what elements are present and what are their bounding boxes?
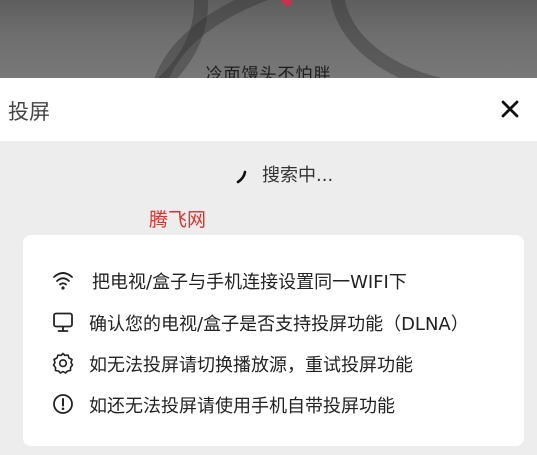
cast-dialog-header: 投屏 [0, 78, 537, 141]
tip-item: 把电视/盒子与手机连接设置同一WIFI下 [23, 266, 524, 294]
watermark-text: 腾飞网 [149, 209, 207, 231]
tip-item: 如还无法投屏请使用手机自带投屏功能 [23, 390, 524, 418]
tip-text: 如无法投屏请切换播放源，重试投屏功能 [89, 355, 413, 376]
cast-tips-card: 把电视/盒子与手机连接设置同一WIFI下 确认您的电视/盒子是否支持投屏功能（D… [23, 235, 524, 446]
loading-spinner-icon [233, 164, 251, 184]
info-icon [52, 393, 74, 415]
tip-item: 确认您的电视/盒子是否支持投屏功能（DLNA） [23, 308, 524, 336]
tip-text: 把电视/盒子与手机连接设置同一WIFI下 [92, 272, 407, 293]
tip-text: 确认您的电视/盒子是否支持投屏功能（DLNA） [89, 314, 469, 335]
wifi-icon [52, 269, 74, 291]
search-status-text: 搜索中... [262, 165, 334, 186]
close-icon[interactable] [499, 98, 521, 120]
screen: 冷面馒头不怕胖 投屏 搜索中... 腾飞网 把电视/盒子与手机连接设置同一WIF… [0, 0, 537, 455]
dialog-title: 投屏 [8, 100, 50, 124]
gear-icon [52, 352, 74, 374]
video-player[interactable]: 冷面馒头不怕胖 [0, 0, 537, 78]
tip-text: 如还无法投屏请使用手机自带投屏功能 [89, 396, 395, 417]
search-status: 搜索中... [0, 160, 537, 186]
tip-item: 如无法投屏请切换播放源，重试投屏功能 [23, 349, 524, 377]
monitor-icon [52, 311, 74, 333]
video-subtitle: 冷面馒头不怕胖 [205, 65, 332, 78]
